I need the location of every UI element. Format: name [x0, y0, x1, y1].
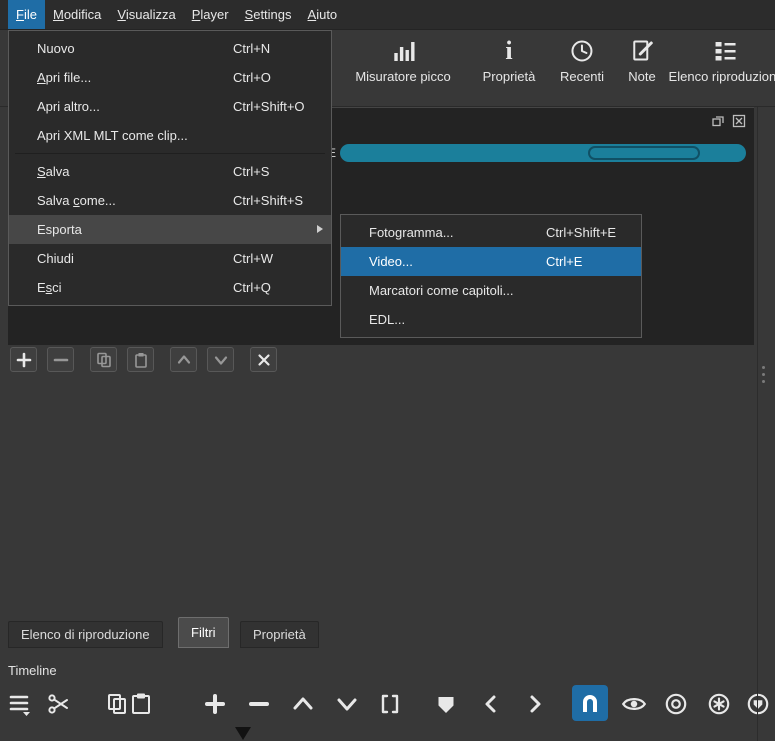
- timeline-hamburger-menu-icon[interactable]: [3, 687, 37, 721]
- shortcut-label: Ctrl+S: [233, 164, 270, 179]
- previous-marker-icon[interactable]: [474, 687, 508, 721]
- toolbar-button-proprieta[interactable]: i Proprietà: [482, 36, 536, 85]
- menu-file[interactable]: File: [8, 0, 45, 29]
- scrub-eye-icon[interactable]: [617, 687, 651, 721]
- file-menu-dropdown: Nuovo Ctrl+N Apri file... Ctrl+O Apri al…: [8, 30, 332, 306]
- menu-item-apri-file[interactable]: Apri file... Ctrl+O: [9, 63, 331, 92]
- ripple-delete-minus-icon[interactable]: [242, 687, 276, 721]
- playlist-icon: [669, 36, 775, 66]
- menu-item-marcatori-come-capitoli[interactable]: Marcatori come capitoli...: [341, 276, 641, 305]
- menu-item-salva-come[interactable]: Salva come... Ctrl+Shift+S: [9, 186, 331, 215]
- menu-item-chiudi[interactable]: Chiudi Ctrl+W: [9, 244, 331, 273]
- toolbar-button-label: Recenti: [559, 69, 605, 84]
- shortcut-label: Ctrl+Shift+S: [233, 193, 304, 208]
- menubar: File Modifica Visualizza Player Settings…: [0, 0, 775, 30]
- menu-item-esci[interactable]: Esci Ctrl+Q: [9, 273, 331, 302]
- toolbar-button-label: Misuratore picco: [355, 69, 451, 84]
- lift-chevron-up-icon[interactable]: [286, 687, 320, 721]
- export-submenu-dropdown: Fotogramma... Ctrl+Shift+E Video... Ctrl…: [340, 214, 642, 338]
- menu-item-fotogramma[interactable]: Fotogramma... Ctrl+Shift+E: [341, 218, 641, 247]
- timeline-panel-title: Timeline: [8, 663, 57, 678]
- marker-icon[interactable]: [429, 687, 463, 721]
- ripple-all-tracks-icon[interactable]: [702, 687, 736, 721]
- selected-filter-bar[interactable]: [340, 144, 746, 162]
- shortcut-label: Ctrl+W: [233, 251, 274, 266]
- menu-separator: [15, 153, 325, 154]
- toolbar-button-note[interactable]: Note: [628, 36, 656, 84]
- menu-modifica[interactable]: Modifica: [45, 0, 109, 29]
- menu-item-video[interactable]: Video... Ctrl+E: [341, 247, 641, 276]
- right-divider: [757, 107, 758, 741]
- append-plus-icon[interactable]: [198, 687, 232, 721]
- app-window: File Modifica Visualizza Player Settings…: [0, 0, 775, 741]
- move-filter-down-button[interactable]: [207, 347, 234, 372]
- clock-icon: [560, 36, 604, 66]
- shortcut-label: Ctrl+O: [233, 70, 271, 85]
- menu-aiuto[interactable]: Aiuto: [300, 0, 346, 29]
- menu-item-apri-xml-mlt[interactable]: Apri XML MLT come clip...: [9, 121, 331, 150]
- bar-highlight-outline: [588, 146, 700, 160]
- tab-proprieta[interactable]: Proprietà: [240, 621, 319, 648]
- next-marker-icon[interactable]: [518, 687, 552, 721]
- shortcut-label: Ctrl+E: [546, 254, 583, 269]
- copy-filter-button[interactable]: [90, 347, 117, 372]
- menu-settings[interactable]: Settings: [237, 0, 300, 29]
- ripple-markers-icon[interactable]: [741, 687, 775, 721]
- scrollbar-handle[interactable]: [762, 366, 765, 383]
- menu-visualizza[interactable]: Visualizza: [109, 0, 183, 29]
- menu-item-edl[interactable]: EDL...: [341, 305, 641, 334]
- scissors-icon[interactable]: [42, 687, 76, 721]
- panel-controls: [711, 114, 746, 133]
- toolbar-button-elenco-riproduzione[interactable]: Elenco riproduzione: [669, 36, 775, 84]
- meter-icon: [355, 36, 450, 66]
- ripple-icon[interactable]: [659, 687, 693, 721]
- deselect-filter-button[interactable]: [250, 347, 277, 372]
- menu-item-salva[interactable]: Salva Ctrl+S: [9, 157, 331, 186]
- add-filter-button[interactable]: [10, 347, 37, 372]
- filters-toolbar: [10, 347, 277, 372]
- split-icon[interactable]: [373, 687, 407, 721]
- snap-magnet-icon[interactable]: [572, 685, 608, 721]
- toolbar-button-recenti[interactable]: Recenti: [560, 36, 604, 84]
- tab-elenco-di-riproduzione[interactable]: Elenco di riproduzione: [8, 621, 163, 648]
- shortcut-label: Ctrl+N: [233, 41, 271, 56]
- shortcut-label: Ctrl+Shift+E: [546, 225, 617, 240]
- toolbar-button-label: Note: [628, 69, 656, 84]
- tab-filtri[interactable]: Filtri: [178, 617, 229, 648]
- menu-player[interactable]: Player: [184, 0, 237, 29]
- overwrite-chevron-down-icon[interactable]: [330, 687, 364, 721]
- close-panel-icon[interactable]: [732, 114, 746, 133]
- paste-filter-button[interactable]: [127, 347, 154, 372]
- remove-filter-button[interactable]: [47, 347, 74, 372]
- info-icon: i: [505, 36, 513, 65]
- menu-item-nuovo[interactable]: Nuovo Ctrl+N: [9, 34, 331, 63]
- paste-icon[interactable]: [124, 687, 158, 721]
- toolbar-button-label: Elenco riproduzione: [668, 69, 775, 84]
- shortcut-label: Ctrl+Q: [233, 280, 271, 295]
- shortcut-label: Ctrl+Shift+O: [233, 99, 305, 114]
- submenu-arrow-icon: [317, 225, 323, 233]
- move-filter-up-button[interactable]: [170, 347, 197, 372]
- playhead-marker[interactable]: [235, 727, 251, 740]
- toolbar-button-misuratore-picco[interactable]: Misuratore picco: [355, 36, 451, 84]
- toolbar-button-label: Proprietà: [482, 69, 536, 84]
- menu-item-esporta[interactable]: Esporta: [9, 215, 331, 244]
- float-panel-icon[interactable]: [711, 114, 725, 133]
- note-icon: [628, 36, 655, 66]
- menu-item-apri-altro[interactable]: Apri altro... Ctrl+Shift+O: [9, 92, 331, 121]
